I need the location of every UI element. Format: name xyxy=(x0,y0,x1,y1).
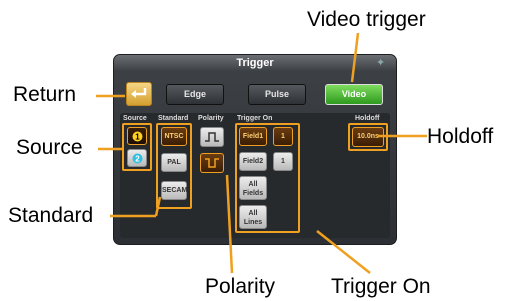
pulse-type-button[interactable]: Pulse xyxy=(248,84,306,105)
callout-polarity: Polarity xyxy=(205,275,276,298)
line-number-1-button[interactable]: 1 xyxy=(273,127,293,146)
source-1-label: 1 xyxy=(135,132,140,141)
standard-secam-button[interactable]: SECAM xyxy=(161,181,187,200)
holdoff-value-button[interactable]: 10.0ns xyxy=(352,127,384,147)
callout-video-trigger: Video trigger xyxy=(307,8,426,31)
standard-ntsc-button[interactable]: NTSC xyxy=(161,127,187,146)
settings-area: Source 1 2 Standard NTSC PAL SECAM Polar… xyxy=(120,113,390,238)
callout-return: Return xyxy=(13,83,77,106)
return-arrow-icon xyxy=(131,88,147,98)
standard-title: Standard xyxy=(158,115,189,122)
source-2-button[interactable]: 2 xyxy=(127,149,147,167)
line-number-2-button[interactable]: 1 xyxy=(273,152,293,171)
callout-source: Source xyxy=(16,136,83,159)
holdoff-title: Holdoff xyxy=(355,115,380,122)
source-title: Source xyxy=(123,115,147,122)
corner-icon: ✦ xyxy=(376,57,386,69)
channel-2-icon: 2 xyxy=(132,153,142,164)
callout-standard: Standard xyxy=(8,204,94,227)
source-2-label: 2 xyxy=(135,154,140,163)
standard-pal-button[interactable]: PAL xyxy=(161,153,187,172)
trigger-field2-button[interactable]: Field2 xyxy=(239,152,267,171)
panel-title: Trigger xyxy=(114,55,396,72)
video-type-button[interactable]: Video xyxy=(325,84,383,105)
channel-1-icon: 1 xyxy=(132,131,142,142)
return-button[interactable] xyxy=(126,82,152,106)
trigger-on-title: Trigger On xyxy=(237,115,273,122)
positive-pulse-icon xyxy=(205,132,219,142)
trigger-menu-panel: Trigger ✦ Edge Pulse Video Source 1 2 St… xyxy=(113,54,397,245)
trigger-all-fields-button[interactable]: All Fields xyxy=(239,176,267,200)
polarity-negative-button[interactable] xyxy=(200,153,224,173)
polarity-positive-button[interactable] xyxy=(200,127,224,147)
edge-type-button[interactable]: Edge xyxy=(166,84,224,105)
callout-trigger-on: Trigger On xyxy=(331,275,431,298)
trigger-all-lines-button[interactable]: All Lines xyxy=(239,205,267,229)
callout-holdoff: Holdoff xyxy=(427,125,494,148)
source-1-button[interactable]: 1 xyxy=(127,127,147,145)
negative-pulse-icon xyxy=(205,158,219,168)
trigger-field1-button[interactable]: Field1 xyxy=(239,127,267,146)
polarity-title: Polarity xyxy=(198,115,224,122)
